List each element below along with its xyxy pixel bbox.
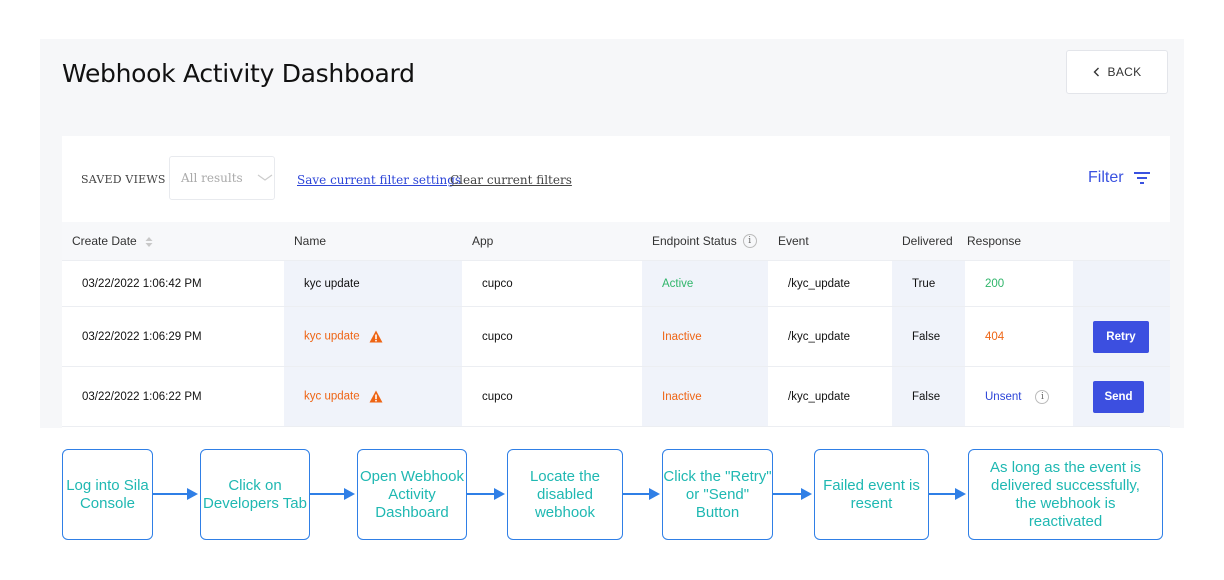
column-label: Response <box>967 234 1022 248</box>
flow-step-event-resent: Failed event is resent <box>814 449 929 540</box>
column-header-delivered: Delivered <box>892 222 965 261</box>
event-cell: /kyc_update <box>788 330 851 343</box>
endpoint-status-cell: Inactive <box>662 330 702 343</box>
endpoint-status-cell: Inactive <box>662 390 702 403</box>
flow-arrow <box>929 488 966 500</box>
column-label: Event <box>778 234 809 248</box>
sort-icon <box>145 236 153 247</box>
create-date-cell: 03/22/2022 1:06:29 PM <box>82 330 202 343</box>
event-cell: /kyc_update <box>788 277 851 290</box>
chevron-left-icon <box>1093 67 1099 77</box>
filter-label: Filter <box>1088 169 1124 186</box>
flow-step-open-dashboard: Open Webhook Activity Dashboard <box>357 449 467 540</box>
retry-button[interactable]: Retry <box>1093 320 1149 353</box>
flow-step-developers-tab: Click on Developers Tab <box>200 449 310 540</box>
response-cell: Unsent <box>985 390 1022 403</box>
back-button[interactable]: BACK <box>1066 50 1168 94</box>
column-header-action <box>1073 222 1170 261</box>
create-date-cell: 03/22/2022 1:06:22 PM <box>82 390 202 403</box>
endpoint-status-cell: Active <box>662 277 694 290</box>
column-label: Name <box>294 234 327 248</box>
flow-arrow <box>623 488 660 500</box>
delivered-cell: False <box>912 330 941 343</box>
column-header-endpoint-status: Endpoint Status i <box>642 222 768 261</box>
column-header-response: Response <box>965 222 1073 261</box>
chevron-down-icon <box>257 174 273 181</box>
activity-card: SAVED VIEWS All results Save current fil… <box>62 136 1170 428</box>
column-header-name: Name <box>284 222 462 261</box>
action-cell <box>1073 260 1170 307</box>
flow-arrow <box>773 488 812 500</box>
create-date-cell: 03/22/2022 1:06:42 PM <box>82 277 202 290</box>
filter-toolbar: SAVED VIEWS All results Save current fil… <box>62 136 1170 223</box>
saved-views-select[interactable]: All results <box>169 156 275 200</box>
warning-triangle-icon <box>369 390 383 403</box>
name-cell: kyc update <box>304 277 360 290</box>
column-label: Delivered <box>902 234 953 248</box>
warning-triangle-icon <box>369 330 383 343</box>
column-header-create-date[interactable]: Create Date <box>62 222 284 261</box>
flow-arrow <box>467 488 505 500</box>
saved-views-label: SAVED VIEWS <box>81 173 166 186</box>
delivered-cell: True <box>912 277 936 290</box>
dashboard-panel: Webhook Activity Dashboard BACK SAVED VI… <box>40 39 1184 428</box>
response-cell: 404 <box>985 330 1005 343</box>
column-label: Create Date <box>72 234 137 248</box>
info-icon[interactable]: i <box>1035 389 1050 404</box>
column-header-app: App <box>462 222 642 261</box>
app-cell: cupco <box>482 330 513 343</box>
save-filter-link[interactable]: Save current filter settings <box>297 173 461 187</box>
flow-arrow <box>153 488 198 500</box>
filter-button[interactable]: Filter <box>1088 169 1151 187</box>
event-cell: /kyc_update <box>788 390 851 403</box>
info-icon[interactable]: i <box>742 234 757 249</box>
app-cell: cupco <box>482 390 513 403</box>
flow-step-locate-webhook: Locate the disabled webhook <box>507 449 623 540</box>
table-row: 03/22/2022 1:06:29 PM kyc update cupco I… <box>62 306 1170 367</box>
saved-views-value: All results <box>181 171 243 185</box>
column-label: Endpoint Status <box>652 233 737 248</box>
flow-arrow <box>310 488 355 500</box>
table-header-row: Create Date Name App Endpoint Status i Ev… <box>62 222 1170 261</box>
delivered-cell: False <box>912 390 941 403</box>
send-button[interactable]: Send <box>1093 380 1144 413</box>
column-header-event: Event <box>768 222 892 261</box>
flow-step-reactivated: As long as the event is delivered succes… <box>968 449 1163 540</box>
page-title: Webhook Activity Dashboard <box>62 59 415 88</box>
webhook-table: Create Date Name App Endpoint Status i Ev… <box>62 222 1170 427</box>
filter-lines-icon <box>1133 172 1150 184</box>
back-button-label: BACK <box>1107 65 1142 79</box>
column-label: App <box>472 234 494 248</box>
app-cell: cupco <box>482 277 513 290</box>
clear-filters-link[interactable]: Clear current filters <box>450 173 572 187</box>
table-row: 03/22/2022 1:06:42 PM kyc update cupco A… <box>62 260 1170 307</box>
flow-step-click-retry-send: Click the "Retry" or "Send" Button <box>662 449 773 540</box>
flow-step-login: Log into Sila Console <box>62 449 153 540</box>
response-cell: 200 <box>985 277 1005 290</box>
table-row: 03/22/2022 1:06:22 PM kyc update cupco I… <box>62 366 1170 427</box>
name-cell: kyc update <box>304 330 360 343</box>
name-cell: kyc update <box>304 390 360 403</box>
